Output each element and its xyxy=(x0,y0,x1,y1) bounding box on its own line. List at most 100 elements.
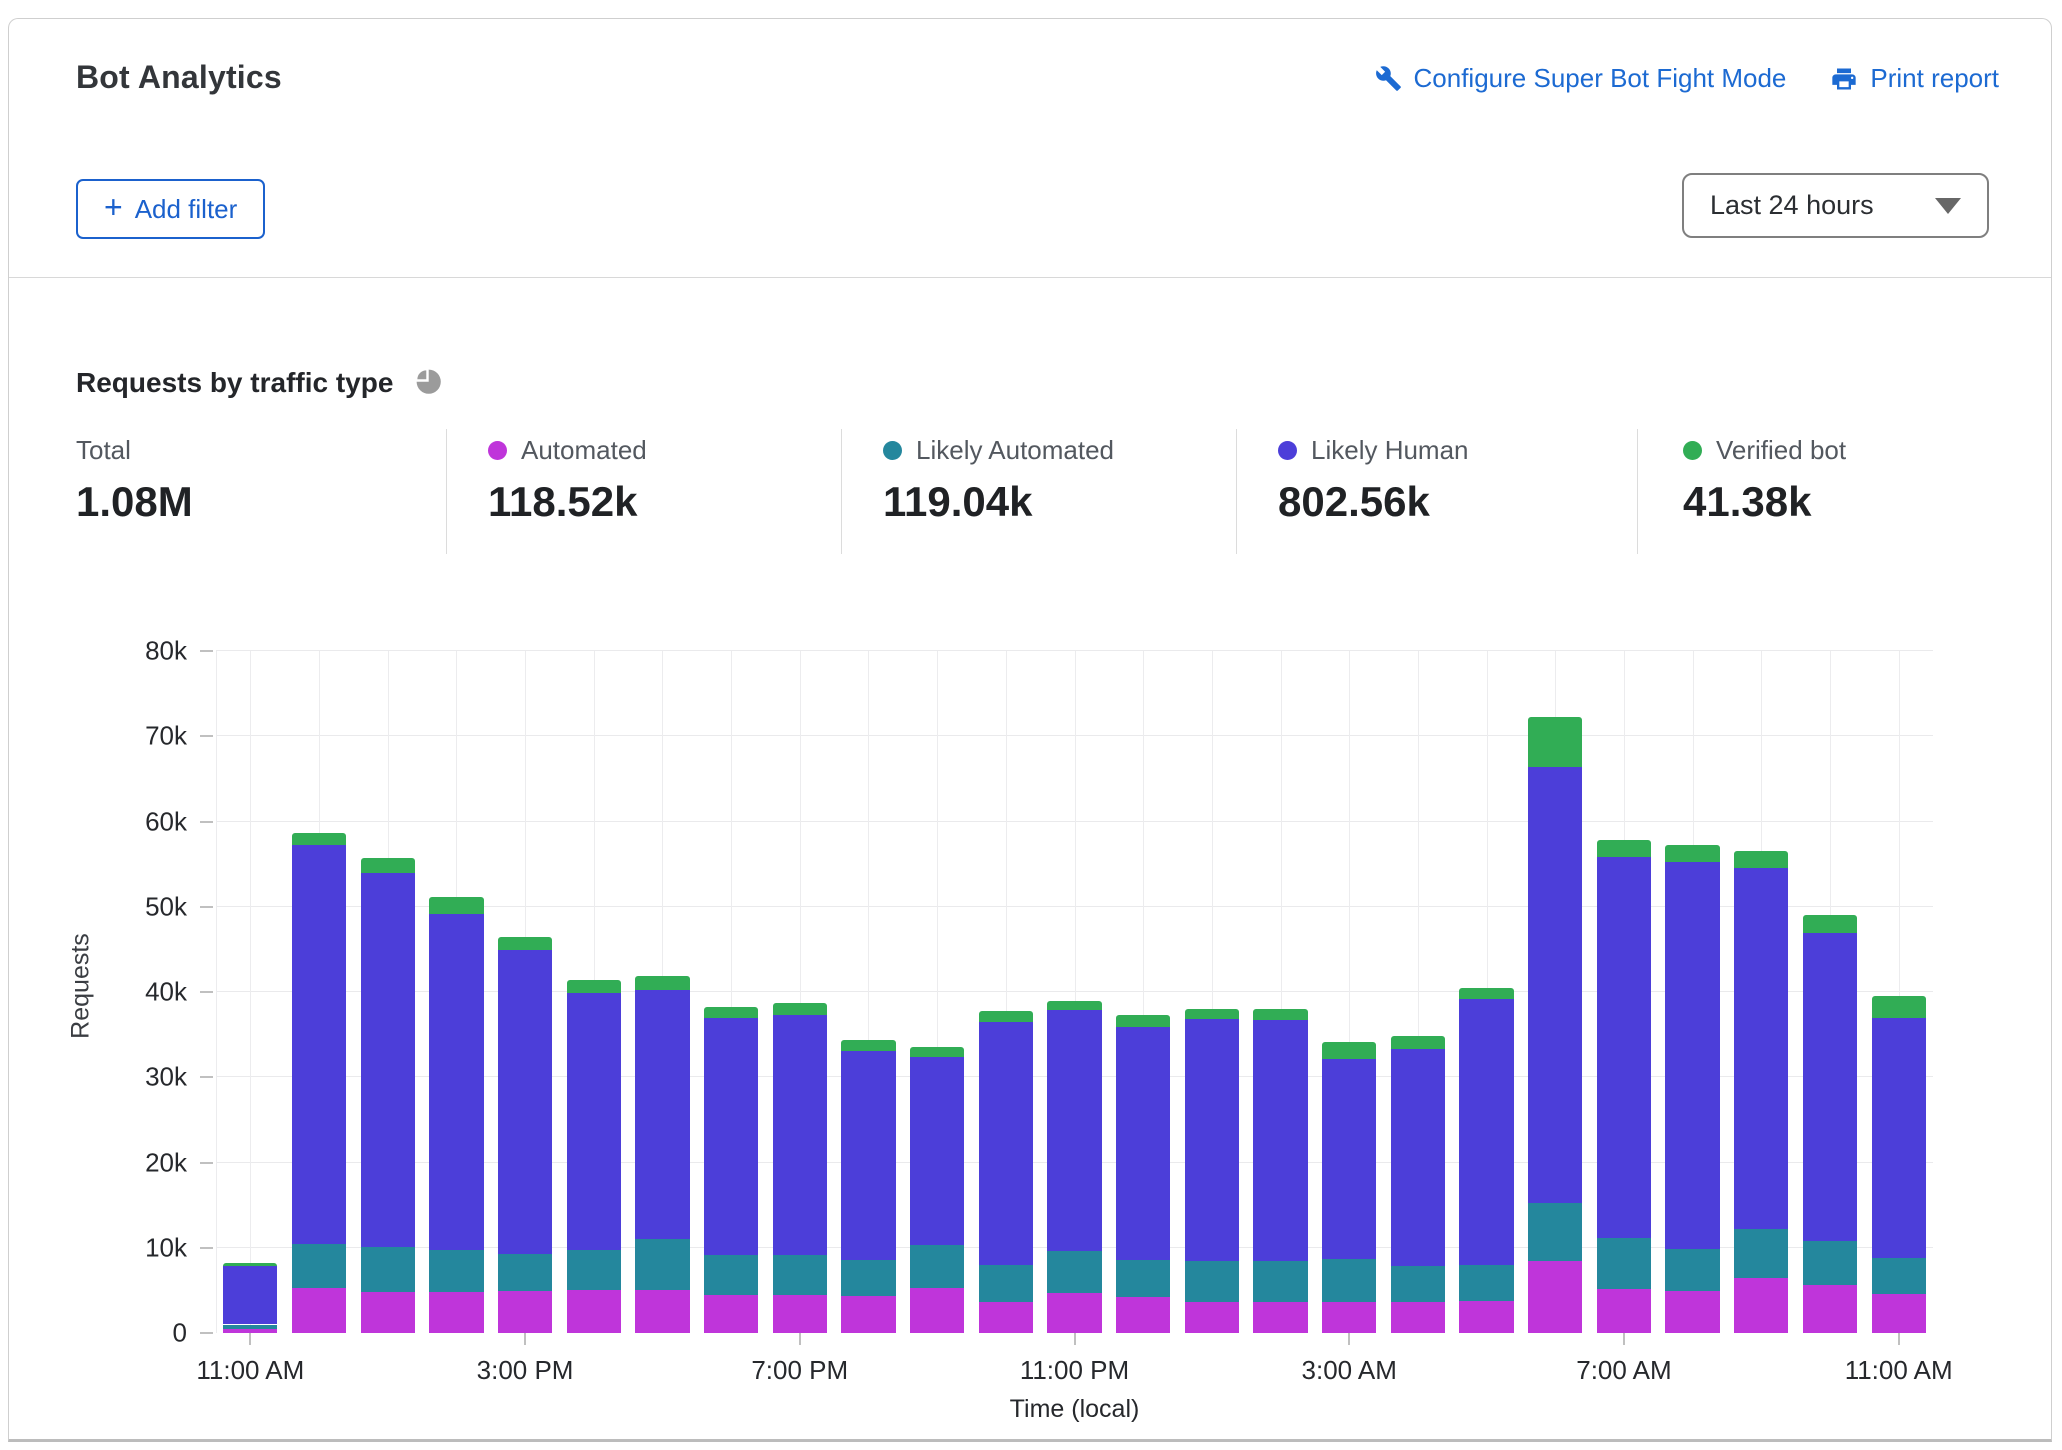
bar-segment-automated[interactable] xyxy=(1253,1302,1308,1333)
bar-segment-verified-bot[interactable] xyxy=(1596,840,1652,858)
bar-segment-verified-bot[interactable] xyxy=(429,897,484,914)
bar-3:00 AM[interactable] xyxy=(1322,651,1377,1333)
bar-segment-automated[interactable] xyxy=(841,1296,896,1333)
bar-4:00 PM[interactable] xyxy=(566,651,621,1333)
bar-segment-likely-automated[interactable] xyxy=(635,1239,690,1290)
bar-segment-automated[interactable] xyxy=(1116,1297,1171,1333)
bar-8:00 AM[interactable] xyxy=(1665,651,1720,1333)
bar-segment-likely-automated[interactable] xyxy=(1871,1258,1926,1294)
bar-segment-likely-human[interactable] xyxy=(1528,766,1583,1204)
bar-segment-likely-automated[interactable] xyxy=(703,1255,759,1295)
bar-segment-likely-human[interactable] xyxy=(360,872,415,1247)
bar-segment-likely-automated[interactable] xyxy=(1253,1261,1308,1303)
bar-segment-automated[interactable] xyxy=(772,1294,827,1333)
bar-1:00 AM[interactable] xyxy=(1184,651,1239,1333)
bar-segment-verified-bot[interactable] xyxy=(1871,996,1926,1018)
bar-segment-likely-automated[interactable] xyxy=(1322,1258,1377,1303)
bar-7:00 AM[interactable] xyxy=(1596,651,1652,1333)
bar-segment-likely-automated[interactable] xyxy=(497,1253,553,1292)
bar-segment-verified-bot[interactable] xyxy=(223,1263,278,1266)
bar-segment-verified-bot[interactable] xyxy=(841,1039,896,1051)
bar-segment-verified-bot[interactable] xyxy=(1528,716,1583,767)
bar-2:00 AM[interactable] xyxy=(1253,651,1308,1333)
bar-segment-verified-bot[interactable] xyxy=(1047,1000,1102,1010)
bar-segment-verified-bot[interactable] xyxy=(1116,1015,1171,1027)
bar-segment-automated[interactable] xyxy=(703,1294,759,1333)
bar-segment-likely-automated[interactable] xyxy=(291,1244,347,1288)
configure-super-bot-fight-mode-link[interactable]: Configure Super Bot Fight Mode xyxy=(1375,63,1786,94)
bar-segment-likely-human[interactable] xyxy=(910,1056,965,1246)
bar-5:00 PM[interactable] xyxy=(635,651,690,1333)
bar-segment-automated[interactable] xyxy=(360,1292,415,1333)
bar-segment-verified-bot[interactable] xyxy=(703,1006,759,1019)
bar-10:00 AM[interactable] xyxy=(1802,651,1858,1333)
bar-segment-likely-automated[interactable] xyxy=(1802,1240,1858,1286)
bar-6:00 AM[interactable] xyxy=(1528,651,1583,1333)
bar-segment-likely-automated[interactable] xyxy=(978,1264,1033,1303)
bar-5:00 AM[interactable] xyxy=(1459,651,1514,1333)
bar-segment-automated[interactable] xyxy=(635,1289,690,1333)
bar-segment-automated[interactable] xyxy=(1322,1302,1377,1333)
bar-segment-automated[interactable] xyxy=(1047,1292,1102,1333)
bar-segment-automated[interactable] xyxy=(910,1287,965,1333)
bar-segment-likely-human[interactable] xyxy=(1802,933,1858,1241)
bar-segment-likely-human[interactable] xyxy=(1390,1049,1446,1266)
bar-segment-verified-bot[interactable] xyxy=(1390,1035,1446,1050)
bar-segment-likely-automated[interactable] xyxy=(772,1254,827,1295)
bar-segment-automated[interactable] xyxy=(1734,1278,1789,1333)
bar-segment-automated[interactable] xyxy=(1802,1285,1858,1333)
bar-segment-likely-automated[interactable] xyxy=(1184,1261,1239,1303)
bar-12:00 AM[interactable] xyxy=(1116,651,1171,1333)
bar-segment-likely-automated[interactable] xyxy=(429,1250,484,1293)
bar-segment-likely-automated[interactable] xyxy=(841,1259,896,1297)
bar-6:00 PM[interactable] xyxy=(703,651,759,1333)
bar-segment-automated[interactable] xyxy=(1184,1302,1239,1333)
bar-segment-automated[interactable] xyxy=(1528,1261,1583,1333)
bar-segment-likely-human[interactable] xyxy=(1665,862,1720,1249)
bar-segment-likely-automated[interactable] xyxy=(910,1245,965,1288)
bar-9:00 PM[interactable] xyxy=(910,651,965,1333)
bar-7:00 PM[interactable] xyxy=(772,651,827,1333)
bar-segment-verified-bot[interactable] xyxy=(910,1046,965,1057)
bar-2:00 PM[interactable] xyxy=(429,651,484,1333)
bar-segment-likely-human[interactable] xyxy=(1322,1058,1377,1259)
bar-segment-verified-bot[interactable] xyxy=(1322,1042,1377,1059)
bar-segment-likely-human[interactable] xyxy=(978,1021,1033,1265)
bar-10:00 PM[interactable] xyxy=(978,651,1033,1333)
bar-11:00 AM[interactable] xyxy=(223,651,278,1333)
bar-segment-likely-human[interactable] xyxy=(223,1265,278,1325)
bar-3:00 PM[interactable] xyxy=(497,651,553,1333)
bar-1:00 PM[interactable] xyxy=(360,651,415,1333)
bar-segment-likely-human[interactable] xyxy=(1116,1026,1171,1260)
bar-segment-automated[interactable] xyxy=(1871,1293,1926,1333)
bar-segment-automated[interactable] xyxy=(291,1287,347,1333)
bar-segment-likely-automated[interactable] xyxy=(1390,1265,1446,1303)
bar-segment-likely-automated[interactable] xyxy=(1596,1237,1652,1289)
bar-segment-likely-automated[interactable] xyxy=(1528,1203,1583,1262)
bar-segment-likely-automated[interactable] xyxy=(223,1324,278,1329)
bar-segment-likely-human[interactable] xyxy=(1596,857,1652,1238)
print-report-link[interactable]: Print report xyxy=(1830,63,1999,94)
bar-segment-verified-bot[interactable] xyxy=(1665,844,1720,863)
bar-segment-likely-human[interactable] xyxy=(429,913,484,1251)
bar-segment-verified-bot[interactable] xyxy=(635,975,690,991)
bar-segment-likely-human[interactable] xyxy=(1253,1020,1308,1262)
bar-segment-verified-bot[interactable] xyxy=(978,1010,1033,1022)
bar-12:00 PM[interactable] xyxy=(291,651,347,1333)
bar-segment-verified-bot[interactable] xyxy=(291,833,347,846)
bar-segment-likely-human[interactable] xyxy=(1459,998,1514,1265)
bar-segment-automated[interactable] xyxy=(1459,1300,1514,1333)
bar-segment-likely-human[interactable] xyxy=(703,1018,759,1256)
bar-segment-likely-automated[interactable] xyxy=(1665,1248,1720,1292)
bar-segment-likely-human[interactable] xyxy=(1734,868,1789,1229)
bar-segment-likely-automated[interactable] xyxy=(566,1250,621,1291)
bar-segment-likely-human[interactable] xyxy=(1871,1017,1926,1258)
bar-segment-verified-bot[interactable] xyxy=(1734,851,1789,869)
bar-segment-automated[interactable] xyxy=(566,1290,621,1333)
bar-segment-likely-human[interactable] xyxy=(566,992,621,1251)
bar-segment-automated[interactable] xyxy=(1665,1291,1720,1333)
bar-segment-verified-bot[interactable] xyxy=(1253,1009,1308,1021)
bar-segment-verified-bot[interactable] xyxy=(566,980,621,993)
bar-segment-verified-bot[interactable] xyxy=(1184,1009,1239,1020)
bar-segment-verified-bot[interactable] xyxy=(772,1003,827,1016)
